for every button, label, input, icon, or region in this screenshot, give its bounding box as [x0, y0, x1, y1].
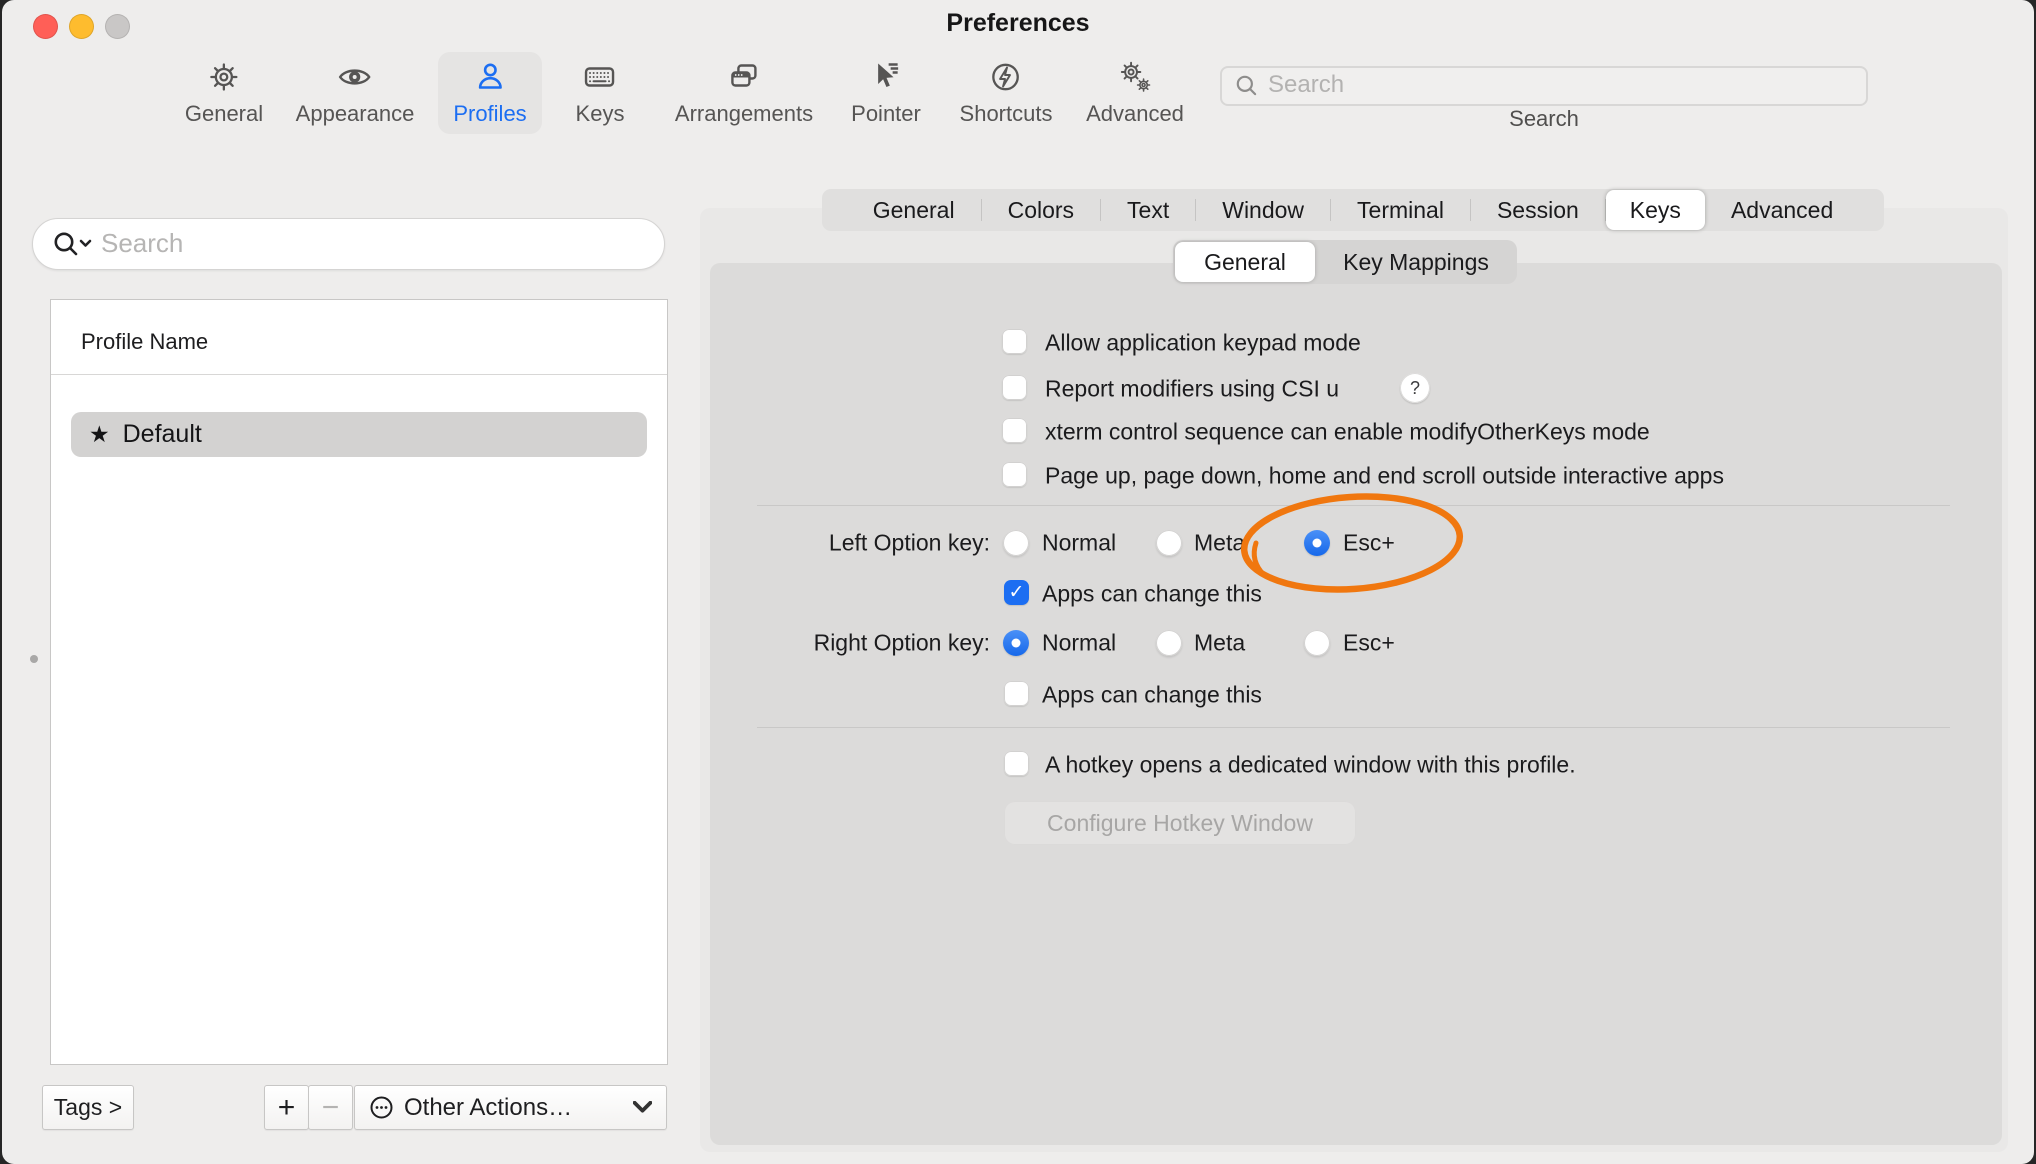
- radio-right-meta[interactable]: [1156, 630, 1182, 656]
- checkbox-label: Report modifiers using CSI u: [1045, 376, 1339, 403]
- tags-button[interactable]: Tags >: [42, 1085, 134, 1130]
- keyboard-icon: [581, 58, 619, 96]
- checkbox-page-scroll[interactable]: [1002, 462, 1027, 487]
- checkbox-label: xterm control sequence can enable modify…: [1045, 419, 1650, 446]
- toolbar-label: Pointer: [851, 101, 921, 127]
- radio-label: Normal: [1042, 530, 1116, 557]
- tab-terminal[interactable]: Terminal: [1331, 191, 1470, 229]
- bolt-circle-icon: [987, 58, 1025, 96]
- keys-subtab-bar: General Key Mappings: [1173, 240, 1517, 284]
- checkbox-label: Apps can change this: [1042, 682, 1262, 709]
- window-title: Preferences: [2, 9, 2034, 38]
- keys-general-pane: [710, 263, 2002, 1145]
- toolbar-label: Shortcuts: [960, 101, 1053, 127]
- profile-search-field[interactable]: [32, 218, 665, 270]
- toolbar-item-pointer[interactable]: Pointer: [851, 58, 921, 127]
- toolbar-item-keys[interactable]: Keys: [576, 58, 625, 127]
- person-icon: [471, 58, 509, 96]
- toolbar-label: Arrangements: [675, 101, 813, 127]
- toolbar-label: Advanced: [1086, 101, 1184, 127]
- tab-session[interactable]: Session: [1471, 191, 1605, 229]
- radio-label: Meta: [1194, 530, 1245, 557]
- checkbox-label: Allow application keypad mode: [1045, 330, 1361, 357]
- toolbar-label: Appearance: [296, 101, 415, 127]
- toolbar-item-arrangements[interactable]: Arrangements: [675, 58, 813, 127]
- other-actions-dropdown[interactable]: Other Actions…: [354, 1085, 667, 1130]
- checkbox-hotkey-window[interactable]: [1004, 751, 1029, 776]
- tab-keys[interactable]: Keys: [1606, 190, 1705, 230]
- radio-label: Esc+: [1343, 630, 1395, 657]
- configure-hotkey-window-button[interactable]: Configure Hotkey Window: [1004, 801, 1356, 845]
- profile-list-column-header: Profile Name: [81, 329, 208, 355]
- toolbar-item-appearance[interactable]: Appearance: [296, 58, 415, 127]
- tab-advanced[interactable]: Advanced: [1705, 191, 1859, 229]
- star-icon: ★: [89, 421, 110, 448]
- chevron-down-icon: [633, 1101, 652, 1114]
- toolbar-item-profiles[interactable]: Profiles: [453, 58, 526, 127]
- toolbar-item-general[interactable]: General: [185, 58, 263, 127]
- toolbar-label: General: [185, 101, 263, 127]
- checkbox-label: Apps can change this: [1042, 581, 1262, 608]
- toolbar-label: Profiles: [453, 101, 526, 127]
- tab-general[interactable]: General: [847, 191, 981, 229]
- checkbox-right-apps-can-change[interactable]: [1004, 681, 1029, 706]
- gears-icon: [1116, 58, 1154, 96]
- checkbox-label: A hotkey opens a dedicated window with t…: [1045, 752, 1576, 779]
- add-profile-button[interactable]: +: [264, 1085, 309, 1130]
- profile-tab-bar: General Colors Text Window Terminal Sess…: [822, 189, 1884, 231]
- cursor-icon: [867, 58, 905, 96]
- radio-right-normal[interactable]: [1003, 630, 1029, 656]
- radio-label: Meta: [1194, 630, 1245, 657]
- checkbox-csi-u[interactable]: [1002, 375, 1027, 400]
- toolbar-label: Keys: [576, 101, 625, 127]
- radio-right-esc[interactable]: [1304, 630, 1330, 656]
- divider: [51, 374, 667, 375]
- other-actions-label: Other Actions…: [404, 1094, 572, 1122]
- toolbar-item-advanced[interactable]: Advanced: [1086, 58, 1184, 127]
- subtab-key-mappings[interactable]: Key Mappings: [1315, 242, 1517, 282]
- radio-left-meta[interactable]: [1156, 530, 1182, 556]
- right-option-key-label: Right Option key:: [692, 630, 990, 657]
- profile-row-default[interactable]: ★ Default: [71, 412, 647, 457]
- checkbox-modify-other-keys[interactable]: [1002, 418, 1027, 443]
- checkbox-keypad-mode[interactable]: [1002, 329, 1027, 354]
- toolbar-search-caption: Search: [1220, 106, 1868, 132]
- tab-window[interactable]: Window: [1196, 191, 1330, 229]
- toolbar-search-input[interactable]: [1260, 71, 1866, 101]
- profile-list: Profile Name ★ Default: [50, 299, 668, 1065]
- scroll-dot: [30, 655, 38, 663]
- radio-left-esc[interactable]: [1304, 530, 1330, 556]
- tab-text[interactable]: Text: [1101, 191, 1195, 229]
- profile-name: Default: [123, 420, 202, 449]
- remove-profile-button[interactable]: −: [308, 1085, 353, 1130]
- preferences-window: Preferences General Appearance Profiles: [2, 0, 2034, 1164]
- circled-ellipsis-icon: [368, 1094, 395, 1121]
- tab-colors[interactable]: Colors: [982, 191, 1100, 229]
- checkbox-label: Page up, page down, home and end scroll …: [1045, 463, 1724, 490]
- search-icon: [1234, 73, 1260, 99]
- toolbar-search-field[interactable]: [1220, 66, 1868, 106]
- radio-label: Esc+: [1343, 530, 1395, 557]
- left-option-key-label: Left Option key:: [692, 530, 990, 557]
- radio-left-normal[interactable]: [1003, 530, 1029, 556]
- screenshot: Preferences General Appearance Profiles: [0, 0, 2036, 1164]
- eye-icon: [336, 58, 374, 96]
- toolbar-item-shortcuts[interactable]: Shortcuts: [960, 58, 1053, 127]
- checkbox-left-apps-can-change[interactable]: [1004, 580, 1029, 605]
- help-button[interactable]: ?: [1400, 373, 1430, 403]
- divider: [757, 727, 1950, 728]
- radio-label: Normal: [1042, 630, 1116, 657]
- windows-icon: [725, 58, 763, 96]
- profile-search-input[interactable]: [95, 228, 664, 261]
- divider: [757, 505, 1950, 506]
- subtab-general[interactable]: General: [1175, 242, 1315, 282]
- search-filter-icon: [51, 229, 95, 259]
- gear-icon: [205, 58, 243, 96]
